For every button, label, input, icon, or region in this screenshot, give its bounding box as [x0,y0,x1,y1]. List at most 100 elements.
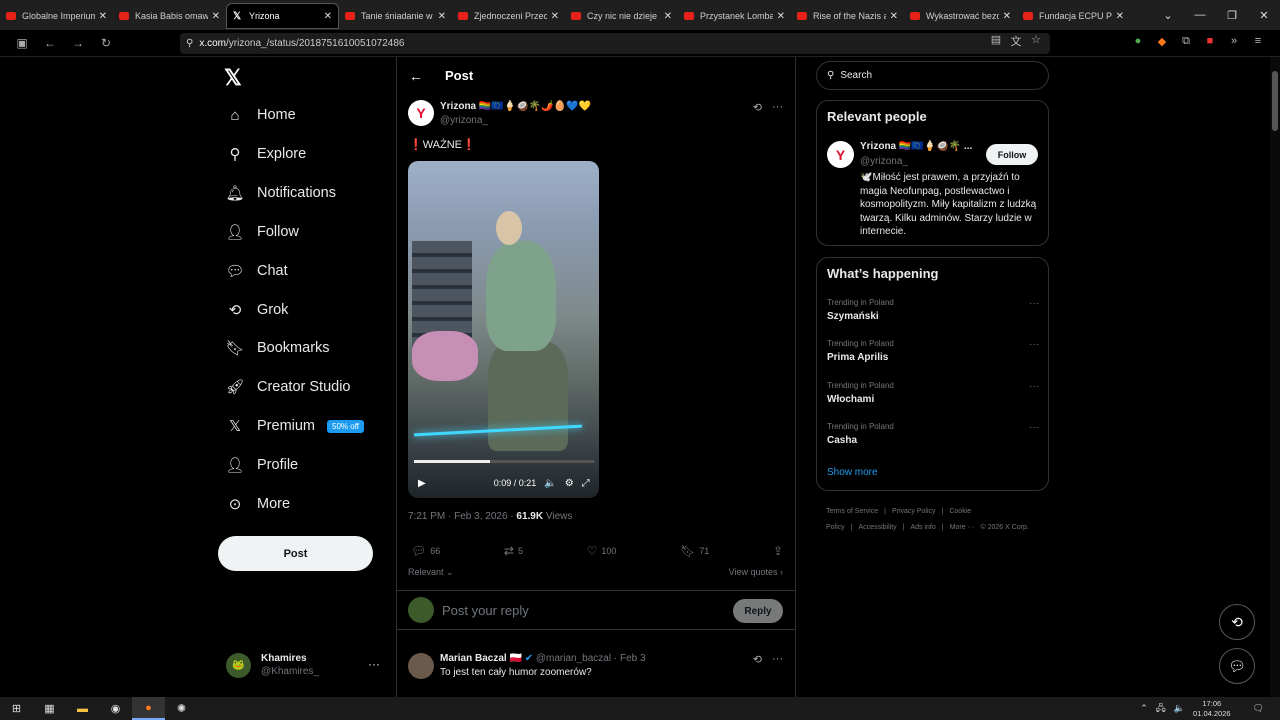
x-logo-icon[interactable]: 𝕏 [224,65,242,91]
avatar[interactable] [408,653,434,679]
grok-fab-icon[interactable]: ⟲ [1219,604,1255,640]
sidebar-item-notifications[interactable]: 🔔︎ Notifications [225,178,336,208]
sidebar-item-premium[interactable]: 𝕏 Premium 50% off [226,411,364,441]
footer-link[interactable]: More ··· [950,524,975,531]
browser-tab[interactable]: Globalne Imperium B ✕ [0,3,113,29]
bookmark-action[interactable]: 🔖︎ 71 [680,544,709,558]
footer-link[interactable]: Privacy Policy [892,508,936,515]
star-icon[interactable]: ☆ [1026,33,1046,49]
sidebar-item-bookmarks[interactable]: 🔖︎ Bookmarks [225,333,329,363]
notifications-icon[interactable]: 🗨︎ [1253,703,1264,714]
tab-close-icon[interactable]: ✕ [664,11,672,22]
forward-icon[interactable]: → [66,36,90,50]
more-dots-icon[interactable]: ··· [772,653,783,666]
reply-action[interactable]: 💬︎ 66 [411,544,440,558]
fox-extension-icon[interactable]: ◆ [1154,35,1170,48]
account-switcher[interactable]: 🐸 Khamires @Khamires_ ··· [226,647,386,683]
reply-input[interactable]: Post your reply [442,603,529,618]
more-dots-icon[interactable]: ··· [1029,298,1039,309]
footer-link[interactable]: Terms of Service [826,508,878,515]
site-info-icon[interactable]: ⚲ [186,38,193,49]
grok-icon[interactable]: ⟲ [753,653,762,666]
trend-item[interactable]: Trending in Poland Casha ··· [827,422,1039,458]
more-dots-icon[interactable]: ··· [772,101,783,114]
tab-close-icon[interactable]: ✕ [99,11,107,22]
address-bar[interactable]: ⚲ x.com /yrizona_/status/201875161005107… [180,33,1050,54]
post-button[interactable]: Post [218,536,373,571]
chatgpt-icon[interactable]: ✺ [165,697,198,720]
sidebar-item-more[interactable]: ⊙ More [226,489,290,519]
more-dots-icon[interactable]: ··· [1029,339,1039,350]
file-explorer-icon[interactable]: ▬ [66,697,99,720]
video-player[interactable]: ▶ 0:09 / 0:21 🔈 ⚙ ⤢ [408,161,599,498]
overflow-chevrons-icon[interactable]: » [1226,35,1242,48]
reply-tweet[interactable]: Marian Baczal 🇵🇱 ✔ @marian_baczal · Feb … [397,640,795,697]
footer-link[interactable]: © 2026 X Corp. [980,524,1028,531]
reply-author-name[interactable]: Marian Baczal [440,653,507,664]
tab-close-icon[interactable]: ✕ [777,11,785,22]
sidebar-item-explore[interactable]: ⚲ Explore [226,139,307,169]
tab-list-chevron-icon[interactable]: ⌄ [1152,9,1184,22]
close-window-icon[interactable]: ✕ [1248,9,1280,22]
tab-close-icon[interactable]: ✕ [438,11,446,22]
task-manager-icon[interactable]: ▦ [33,697,66,720]
steam-icon[interactable]: ◉ [99,697,132,720]
extensions-puzzle-icon[interactable]: ⧉ [1178,35,1194,48]
more-dots-icon[interactable]: ··· [368,657,380,671]
more-dots-icon[interactable]: ··· [1029,381,1039,392]
footer-link[interactable]: Accessibility [859,524,897,531]
sort-dropdown[interactable]: Relevant ⌄ [408,567,454,578]
reader-view-icon[interactable]: ▤ [986,33,1006,49]
scrollbar-thumb[interactable] [1272,71,1278,131]
sidebar-item-profile[interactable]: 👤︎ Profile [225,450,298,480]
avatar[interactable]: Y [827,141,854,168]
browser-tab[interactable]: Rise of the Nazis and ✕ [791,3,904,29]
like-action[interactable]: ♡ 100 [587,544,617,558]
clock[interactable]: 17:06 01.04.2026 [1193,699,1231,719]
tray-chevron-icon[interactable]: ⌃ [1140,703,1148,714]
grok-icon[interactable]: ⟲ [753,101,762,114]
tab-close-icon[interactable]: ✕ [1116,11,1124,22]
play-icon[interactable]: ▶ [418,478,426,489]
sidebar-item-chat[interactable]: 💬︎ Chat [225,256,287,286]
browser-tab[interactable]: Zjednoczeni Przeciw ✕ [452,3,565,29]
firefox-icon[interactable]: ● [132,697,165,720]
network-icon[interactable]: 🖧︎ [1156,701,1166,717]
trend-item[interactable]: Trending in Poland Szymański ··· [827,298,1039,334]
minimize-icon[interactable]: — [1184,9,1216,21]
menu-hamburger-icon[interactable]: ≡ [1250,35,1266,48]
reply-author-handle[interactable]: @marian_baczal [536,653,611,664]
sidebar-item-home[interactable]: ⌂ Home [226,100,295,130]
trend-item[interactable]: Trending in Poland Włochami ··· [827,381,1039,417]
tab-close-icon[interactable]: ✕ [1003,11,1011,22]
volume-icon[interactable]: 🔈 [544,478,556,489]
footer-link[interactable]: Ads info [910,524,935,531]
author-name[interactable]: Yrizona 🏳️‍🌈🇪🇺🍦🥥🌴🌶️🥚💙💛 [440,101,591,112]
sidebar-toggle-icon[interactable]: ▣ [10,36,34,50]
settings-icon[interactable]: ⚙ [565,478,574,489]
red-extension-icon[interactable]: ■ [1202,35,1218,48]
page-scrollbar[interactable] [1270,57,1280,697]
tab-close-icon[interactable]: ✕ [212,11,220,22]
restore-icon[interactable]: ❐ [1216,9,1248,22]
browser-tab[interactable]: Fundacja ECPU Polsk ✕ [1017,3,1130,29]
sidebar-item-follow[interactable]: 👤︎ Follow [225,217,298,247]
show-more-link[interactable]: Show more [827,467,878,478]
browser-tab[interactable]: 𝕏 Yrizona ✕ [226,3,339,29]
search-input[interactable]: ⚲ Search [816,61,1049,90]
volume-icon[interactable]: 🔈 [1174,703,1185,714]
tab-close-icon[interactable]: ✕ [551,11,559,22]
more-dots-icon[interactable]: ··· [1029,422,1039,433]
author-avatar[interactable]: Y [408,100,434,126]
browser-tab[interactable]: Przystanek Lombard ✕ [678,3,791,29]
share-action[interactable]: ⇪ [773,544,783,558]
post-timestamp[interactable]: 7:21 PM · Feb 3, 2026 · [408,511,516,522]
video-progress-bar[interactable] [414,460,594,463]
tab-close-icon[interactable]: ✕ [324,11,332,22]
author-handle[interactable]: @yrizona_ [440,115,488,126]
back-icon[interactable]: ← [38,36,62,50]
browser-tab[interactable]: Kasia Babis omawia ✕ [113,3,226,29]
view-quotes-link[interactable]: View quotes › [729,567,783,577]
translate-icon[interactable]: 文 [1006,33,1026,49]
reply-date[interactable]: Feb 3 [620,653,646,664]
